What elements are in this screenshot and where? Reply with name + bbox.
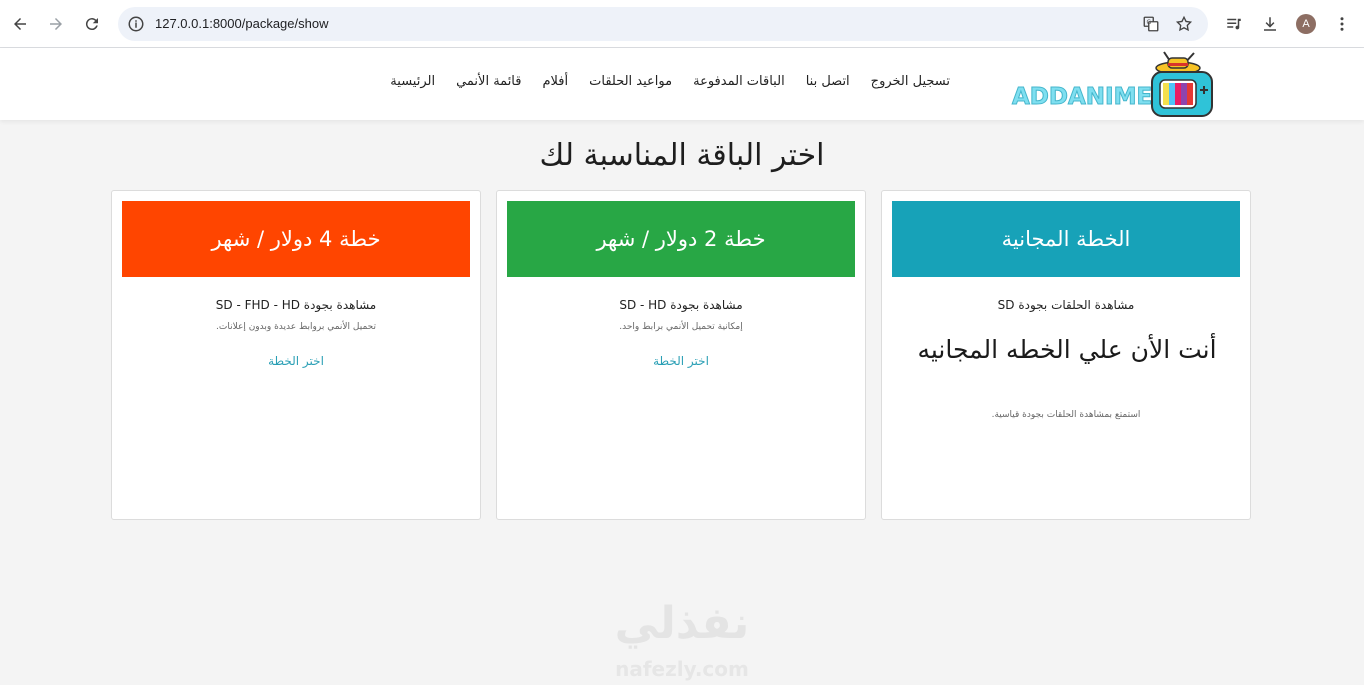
plan-card-4usd: خطة 4 دولار / شهر مشاهدة بجودة SD - FHD … — [111, 190, 481, 520]
plan-header-free: الخطة المجانية — [892, 201, 1240, 277]
profile-avatar[interactable]: A — [1296, 14, 1316, 34]
arrow-left-icon — [14, 18, 26, 30]
reload-button[interactable] — [80, 12, 104, 36]
plan-card-2usd: خطة 2 دولار / شهر مشاهدة بجودة SD - HD إ… — [496, 190, 866, 520]
star-icon[interactable] — [1175, 15, 1193, 33]
nav-episode-schedule[interactable]: مواعيد الحلقات — [589, 74, 672, 94]
browser-toolbar: 127.0.0.1:8000/package/show G A — [0, 0, 1364, 48]
playlist-icon — [1227, 18, 1241, 30]
plan-feature-free: مشاهدة الحلقات بجودة SD — [997, 298, 1135, 312]
plan-note-2usd: إمكانية تحميل الأنمي برابط واحد. — [619, 322, 743, 332]
address-bar[interactable]: 127.0.0.1:8000/package/show G — [118, 7, 1208, 41]
plan-note-4usd: تحميل الأنمي بروابط عديدة وبدون إعلانات. — [216, 322, 376, 332]
forward-button[interactable] — [44, 12, 68, 36]
watermark-latin: nafezly.com — [615, 657, 749, 681]
back-button[interactable] — [8, 12, 32, 36]
plan-title-free: الخطة المجانية — [1001, 227, 1131, 251]
download-icon — [1264, 17, 1276, 31]
arrow-right-icon — [50, 18, 62, 30]
nav-home[interactable]: الرئيسية — [390, 74, 435, 94]
nav-movies[interactable]: أفلام — [542, 74, 568, 94]
logo-text: ADDANIME — [1011, 84, 1153, 111]
plan-feature-4usd: مشاهدة بجودة SD - FHD - HD — [215, 298, 377, 312]
more-vert-icon — [1340, 17, 1344, 31]
media-button[interactable] — [1222, 12, 1246, 36]
menu-button[interactable] — [1330, 12, 1354, 36]
nav-paid-packages[interactable]: الباقات المدفوعة — [693, 74, 785, 94]
plan-title-4usd: خطة 4 دولار / شهر — [211, 227, 381, 251]
choose-plan-link-2usd[interactable]: اختر الخطة — [497, 354, 865, 368]
svg-text:G: G — [1147, 19, 1152, 26]
choose-plan-link-4usd[interactable]: اختر الخطة — [112, 354, 480, 368]
plan-note-free: استمتع بمشاهدة الحلقات بجودة قياسية. — [991, 410, 1141, 420]
plan-header-4usd: خطة 4 دولار / شهر — [122, 201, 470, 277]
nav-anime-list[interactable]: قائمة الأنمي — [456, 74, 521, 94]
nav-contact[interactable]: اتصل بنا — [806, 74, 850, 94]
site-logo[interactable]: ADDANIME — [1011, 50, 1216, 120]
current-plan-text: أنت الأن علي الخطه المجانيه — [917, 335, 1217, 364]
main-nav: الرئيسية قائمة الأنمي أفلام مواعيد الحلق… — [390, 74, 950, 94]
translate-icon[interactable]: G — [1142, 15, 1160, 33]
downloads-button[interactable] — [1258, 12, 1282, 36]
tv-mascot-icon — [1151, 51, 1213, 117]
site-header: ADDANIME الرئيسية قائمة الأنمي أفلام موا… — [0, 48, 1364, 120]
url-text[interactable]: 127.0.0.1:8000/package/show — [155, 16, 328, 31]
info-icon[interactable] — [127, 15, 145, 33]
plan-title-2usd: خطة 2 دولار / شهر — [596, 227, 766, 251]
reload-icon — [85, 18, 98, 31]
nav-logout[interactable]: تسجيل الخروج — [871, 74, 950, 94]
plan-header-2usd: خطة 2 دولار / شهر — [507, 201, 855, 277]
plan-card-free: الخطة المجانية مشاهدة الحلقات بجودة SD أ… — [881, 190, 1251, 520]
page-title: اختر الباقة المناسبة لك — [539, 138, 825, 173]
plan-feature-2usd: مشاهدة بجودة SD - HD — [619, 298, 743, 312]
watermark-arabic: نفذلي — [614, 598, 750, 649]
